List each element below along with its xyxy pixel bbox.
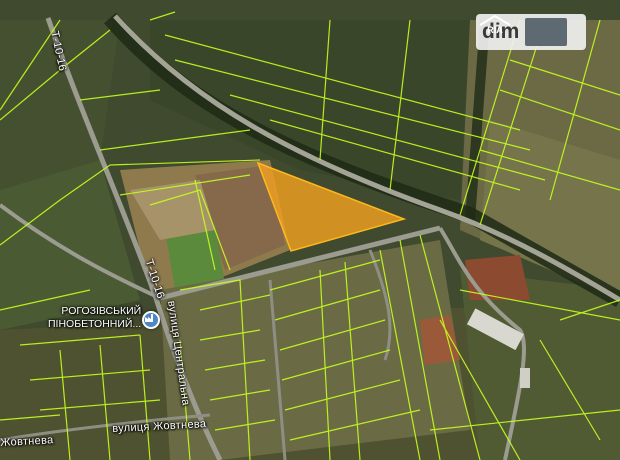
brand-mark-text: RIA xyxy=(487,25,503,35)
poi-name-line2: ПІНОБЕТОННИЙ... xyxy=(48,318,142,330)
poi-label[interactable]: РОГОЗІВСЬКИЙ ПІНОБЕТОННИЙ... xyxy=(48,305,141,331)
poi-name-line1: РОГОЗІВСЬКИЙ xyxy=(61,305,142,317)
house-shape-icon: RIA xyxy=(479,14,511,35)
factory-pin-icon[interactable] xyxy=(142,311,160,329)
selected-land-plot xyxy=(256,161,407,252)
brand-logo: dim RIA xyxy=(476,14,586,50)
parcel-outlines xyxy=(0,11,620,460)
factory-glyph-icon xyxy=(145,314,153,322)
map-view[interactable]: Т-10-16 Т-10-16 вулиця Центральна вулиця… xyxy=(0,0,620,460)
house-logo-icon: RIA xyxy=(479,14,568,46)
